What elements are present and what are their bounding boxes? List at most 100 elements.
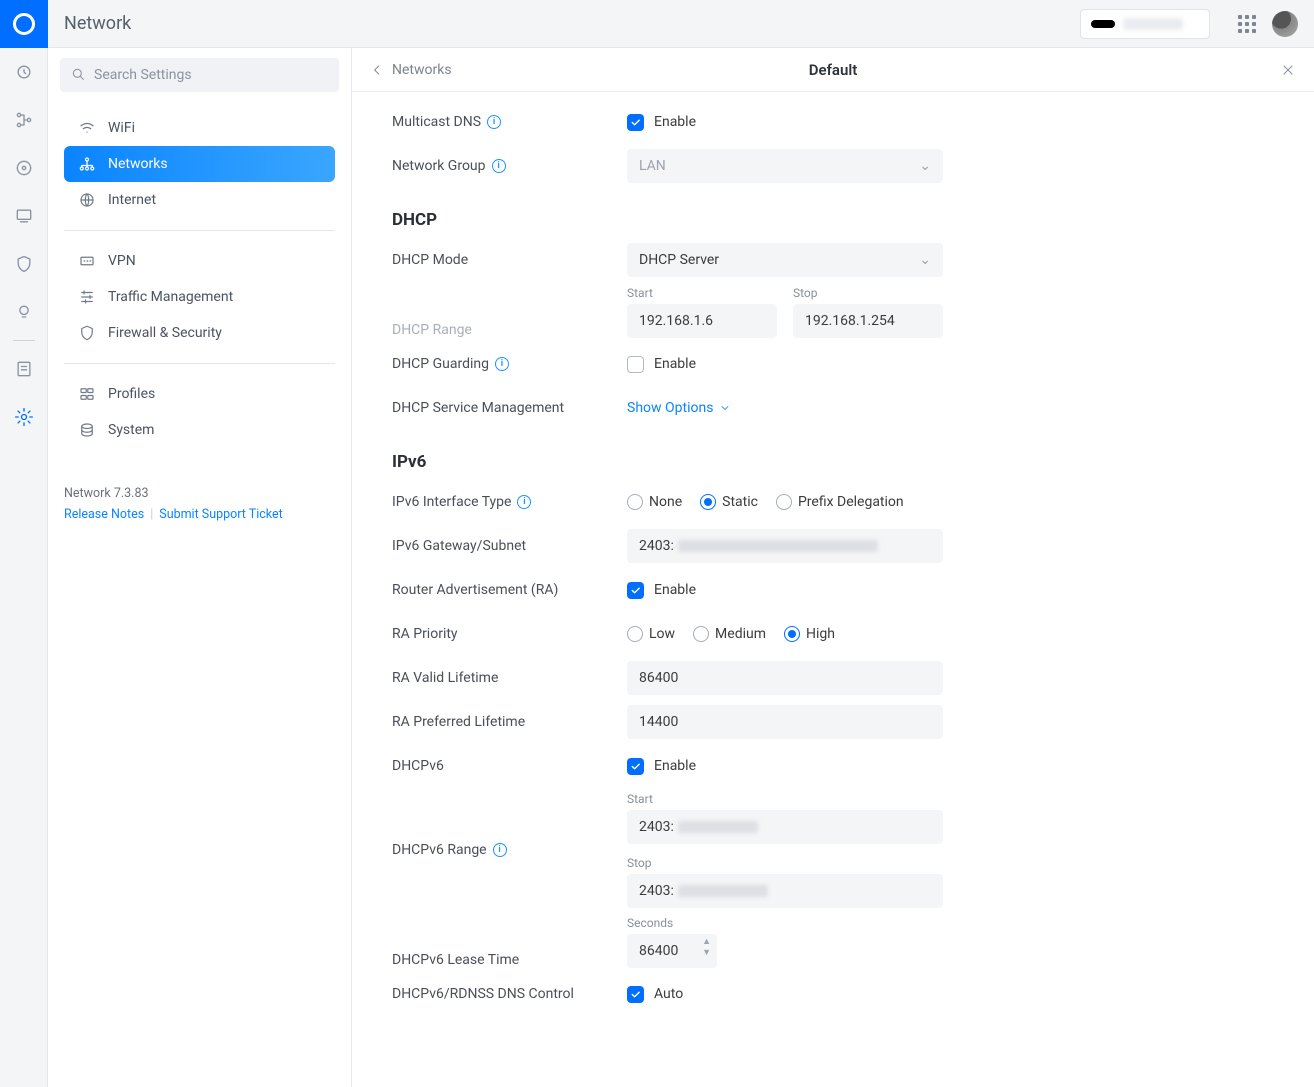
- detail-pane: Networks Default Multicast DNSi Enable N…: [352, 48, 1314, 1087]
- ra-checkbox[interactable]: Enable: [627, 582, 1274, 599]
- search-icon: [70, 66, 86, 82]
- traffic-icon: [78, 288, 96, 306]
- sidebar-label: System: [108, 422, 154, 438]
- info-icon[interactable]: i: [517, 495, 531, 509]
- shield-icon: [78, 324, 96, 342]
- info-icon[interactable]: i: [493, 843, 507, 857]
- sidebar-label: WiFi: [108, 120, 135, 136]
- rail-icon-dashboard[interactable]: [0, 48, 48, 96]
- netgroup-label: Network Groupi: [392, 158, 627, 174]
- dhcprange-stop-input[interactable]: 192.168.1.254: [793, 304, 943, 338]
- brand-logo[interactable]: [0, 0, 48, 48]
- back-button[interactable]: Networks: [370, 62, 452, 78]
- dhcpguard-checkbox[interactable]: Enable: [627, 356, 1274, 373]
- chevron-left-icon: [370, 63, 384, 77]
- info-icon[interactable]: i: [495, 357, 509, 371]
- dhcpv6-checkbox[interactable]: Enable: [627, 758, 1274, 775]
- dhcpv6lease-label: DHCPv6 Lease Time: [392, 952, 627, 968]
- sidebar-label: Traffic Management: [108, 289, 233, 305]
- rail-icon-insights[interactable]: [0, 288, 48, 336]
- dhcpmode-select[interactable]: DHCP Server⌄: [627, 243, 943, 277]
- close-button[interactable]: [1280, 62, 1296, 78]
- info-icon[interactable]: i: [492, 159, 506, 173]
- global-nav-rail: [0, 0, 48, 1087]
- vpn-icon: [78, 252, 96, 270]
- site-switcher[interactable]: [1080, 9, 1210, 39]
- sidebar-item-firewall[interactable]: Firewall & Security: [64, 315, 335, 351]
- sidebar-item-internet[interactable]: Internet: [64, 182, 335, 218]
- netgroup-select[interactable]: LAN⌄: [627, 149, 943, 183]
- rail-separator: [13, 340, 35, 341]
- rapriority-radio-medium[interactable]: Medium: [693, 626, 766, 642]
- back-label: Networks: [392, 62, 452, 78]
- dhcpsvc-label: DHCP Service Management: [392, 400, 627, 416]
- version-text: Network 7.3.83: [64, 486, 335, 501]
- dhcprange-start-input[interactable]: 192.168.1.6: [627, 304, 777, 338]
- ravalid-label: RA Valid Lifetime: [392, 670, 627, 686]
- rapref-label: RA Preferred Lifetime: [392, 714, 627, 730]
- globe-icon: [78, 191, 96, 209]
- user-avatar[interactable]: [1272, 11, 1298, 37]
- info-icon[interactable]: i: [487, 115, 501, 129]
- dhcpv6range-label: DHCPv6 Rangei: [392, 842, 627, 858]
- rail-icon-logs[interactable]: [0, 345, 48, 393]
- rapriority-label: RA Priority: [392, 626, 627, 642]
- rapref-input[interactable]: 14400: [627, 705, 943, 739]
- ravalid-input[interactable]: 86400: [627, 661, 943, 695]
- dhcpv6-label: DHCPv6: [392, 758, 627, 774]
- search-input[interactable]: [60, 58, 339, 92]
- system-icon: [78, 421, 96, 439]
- rapriority-radio-high[interactable]: High: [784, 626, 835, 642]
- mdns-label: Multicast DNSi: [392, 114, 627, 130]
- ipv6-heading: IPv6: [392, 452, 1274, 472]
- sidebar-label: VPN: [108, 253, 136, 269]
- sidebar-item-traffic[interactable]: Traffic Management: [64, 279, 335, 315]
- stop-label: Stop: [793, 286, 943, 300]
- sidebar-label: Networks: [108, 156, 168, 172]
- ipv6type-radio-pd[interactable]: Prefix Delegation: [776, 494, 904, 510]
- stepper-down-icon[interactable]: ▼: [702, 949, 711, 958]
- sidebar-item-system[interactable]: System: [64, 412, 335, 448]
- profiles-icon: [78, 385, 96, 403]
- rail-icon-settings[interactable]: [0, 393, 48, 441]
- rail-icon-security[interactable]: [0, 240, 48, 288]
- chevron-down-icon: [719, 402, 731, 414]
- dhcpv6lease-stepper[interactable]: 86400 ▲▼: [627, 934, 717, 968]
- ipv6type-radio-static[interactable]: Static: [700, 494, 758, 510]
- show-options-link[interactable]: Show Options: [627, 400, 1274, 416]
- stepper-up-icon[interactable]: ▲: [702, 938, 711, 947]
- dhcpv6range-stop-input[interactable]: 2403:: [627, 874, 943, 908]
- ipv6gw-input[interactable]: 2403:: [627, 529, 943, 563]
- wifi-icon: [78, 119, 96, 137]
- sidebar-label: Profiles: [108, 386, 155, 402]
- seconds-label: Seconds: [627, 916, 1274, 930]
- rail-icon-devices[interactable]: [0, 192, 48, 240]
- detail-title: Default: [809, 61, 858, 79]
- rail-icon-radar[interactable]: [0, 144, 48, 192]
- sidebar-item-profiles[interactable]: Profiles: [64, 376, 335, 412]
- settings-sidebar: WiFi Networks Internet VPN Traffic Manag…: [48, 48, 352, 1087]
- app-title: Network: [64, 13, 131, 34]
- start-label: Start: [627, 792, 1274, 806]
- support-ticket-link[interactable]: Submit Support Ticket: [159, 507, 282, 522]
- networks-icon: [78, 155, 96, 173]
- dhcprange-label: DHCP Range: [392, 322, 627, 338]
- detail-header: Networks Default: [352, 48, 1314, 92]
- stop-label: Stop: [627, 856, 1274, 870]
- dhcp-heading: DHCP: [392, 210, 1274, 230]
- sidebar-item-vpn[interactable]: VPN: [64, 243, 335, 279]
- sidebar-item-wifi[interactable]: WiFi: [64, 110, 335, 146]
- rapriority-radio-low[interactable]: Low: [627, 626, 675, 642]
- chevron-down-icon: ⌄: [919, 252, 931, 268]
- apps-grid-icon[interactable]: [1238, 15, 1256, 33]
- ipv6gw-label: IPv6 Gateway/Subnet: [392, 538, 627, 554]
- ipv6type-radio-none[interactable]: None: [627, 494, 682, 510]
- dhcpv6dns-checkbox[interactable]: Auto: [627, 986, 1274, 1003]
- start-label: Start: [627, 286, 777, 300]
- release-notes-link[interactable]: Release Notes: [64, 507, 144, 522]
- mdns-checkbox[interactable]: Enable: [627, 114, 1274, 131]
- rail-icon-topology[interactable]: [0, 96, 48, 144]
- chevron-down-icon: ⌄: [919, 158, 931, 174]
- dhcpv6range-start-input[interactable]: 2403:: [627, 810, 943, 844]
- sidebar-item-networks[interactable]: Networks: [64, 146, 335, 182]
